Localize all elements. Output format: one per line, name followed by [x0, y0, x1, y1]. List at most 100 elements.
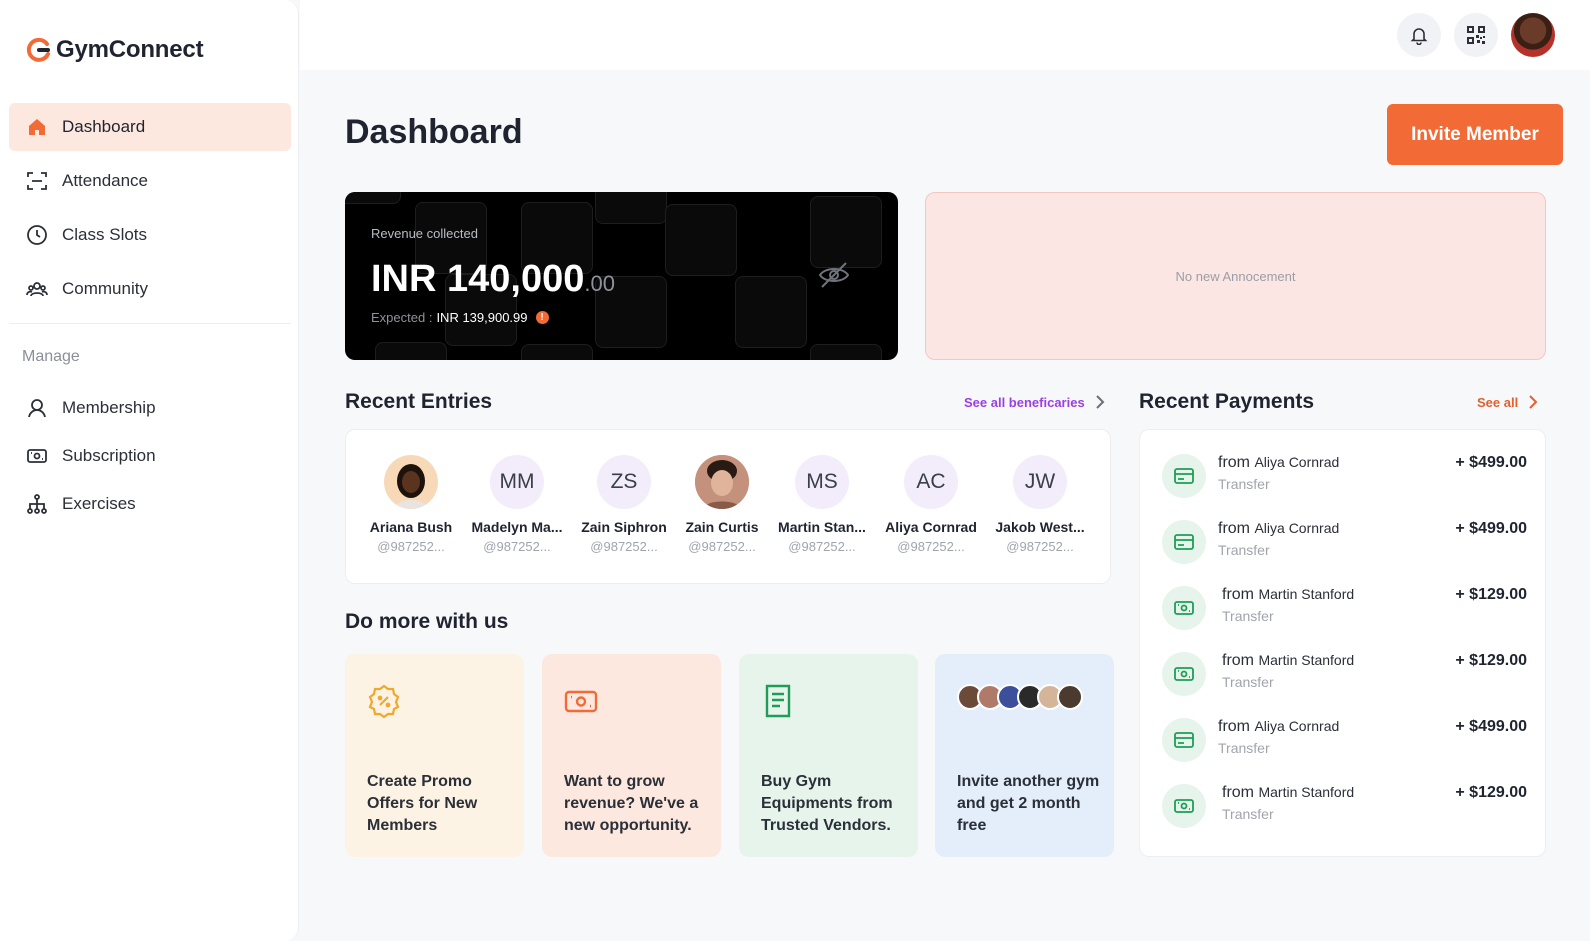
card-icon [1162, 718, 1206, 762]
entry-item[interactable]: JW Jakob West... @987252... [990, 455, 1090, 554]
warning-icon[interactable]: ! [535, 311, 549, 324]
avatar [384, 455, 438, 509]
avatar: JW [1013, 455, 1067, 509]
payment-from: from Martin Stanford [1222, 586, 1354, 604]
card-icon [1162, 520, 1206, 564]
entry-item[interactable]: Ariana Bush @987252... [361, 455, 461, 554]
app-logo[interactable]: GymConnect [26, 36, 204, 64]
payment-row[interactable]: from Martin Stanford Transfer + $129.00 [1162, 584, 1527, 632]
payment-amount: + $129.00 [1455, 652, 1527, 669]
cash-icon [1162, 586, 1206, 630]
payment-name: Martin Stanford [1258, 784, 1355, 800]
see-all-beneficiaries-link[interactable]: See all beneficaries [964, 394, 1105, 410]
revenue-card: Revenue collected INR 140,000.00 Expecte… [345, 192, 898, 360]
avatar [695, 455, 749, 509]
see-all-payments-link[interactable]: See all [1477, 394, 1538, 410]
entry-item[interactable]: ZS Zain Siphron @987252... [574, 455, 674, 554]
payment-row[interactable]: from Martin Stanford Transfer + $129.00 [1162, 650, 1527, 698]
payment-name: Martin Stanford [1258, 652, 1355, 668]
sidebar-item-class-slots[interactable]: Class Slots [9, 211, 291, 259]
sidebar-item-community[interactable]: Community [9, 265, 291, 313]
user-avatar[interactable] [1511, 13, 1555, 57]
cash-icon [564, 690, 598, 713]
do-more-title: Do more with us [345, 610, 509, 633]
payment-row[interactable]: from Martin Stanford Transfer + $129.00 [1162, 782, 1527, 830]
promo-card-text: Create Promo Offers for New Members [367, 773, 478, 834]
payment-from-label: from [1218, 520, 1250, 537]
invite-gym-card[interactable]: Invite another gym and get 2 month free [935, 654, 1114, 857]
payment-name: Aliya Cornrad [1254, 718, 1340, 734]
sidebar-item-dashboard[interactable]: Dashboard [9, 103, 291, 151]
entry-item[interactable]: MM Madelyn Ma... @987252... [467, 455, 567, 554]
card-icon [1162, 454, 1206, 498]
payment-amount: + $499.00 [1455, 718, 1527, 735]
payment-from-label: from [1222, 784, 1254, 801]
sidebar: GymConnect Dashboard Attendance Class Sl… [0, 0, 299, 941]
notifications-button[interactable] [1397, 13, 1441, 57]
recent-payments-title: Recent Payments [1139, 390, 1315, 413]
sidebar-item-label: Membership [62, 398, 156, 417]
entry-name: Ariana Bush [369, 519, 453, 535]
membership-icon [26, 397, 48, 419]
payment-name: Aliya Cornrad [1254, 454, 1340, 470]
cash-icon [1162, 784, 1206, 828]
member-avatar-group [957, 684, 1097, 714]
sidebar-item-subscription[interactable]: Subscription [9, 432, 291, 480]
payment-type: Transfer [1218, 476, 1270, 492]
payment-row[interactable]: from Aliya Cornrad Transfer + $499.00 [1162, 716, 1527, 764]
payment-from: from Aliya Cornrad [1218, 718, 1339, 736]
payment-amount: + $499.00 [1455, 454, 1527, 471]
revenue-amount-main: INR 140,000 [371, 258, 585, 300]
eye-off-icon[interactable] [817, 258, 851, 292]
promo-offers-card[interactable]: Create Promo Offers for New Members [345, 654, 524, 857]
payment-amount: + $129.00 [1455, 586, 1527, 603]
payment-amount: + $129.00 [1455, 784, 1527, 801]
payment-from-label: from [1222, 586, 1254, 603]
recent-entries-card: Ariana Bush @987252... MM Madelyn Ma... … [345, 429, 1111, 584]
payment-row[interactable]: from Aliya Cornrad Transfer + $499.00 [1162, 452, 1527, 500]
cash-icon [1162, 652, 1206, 696]
see-all-payments-label: See all [1477, 394, 1519, 410]
avatar: MM [490, 455, 544, 509]
entry-name: Jakob West... [995, 519, 1085, 535]
revenue-amount-cents: .00 [584, 271, 615, 296]
entry-item[interactable]: MS Martin Stan... @987252... [772, 455, 872, 554]
entry-item[interactable]: Zain Curtis @987252... [672, 455, 772, 554]
promo-card-text: Want to grow revenue? We've a new opport… [564, 773, 699, 834]
payment-from-label: from [1222, 652, 1254, 669]
gym-equipment-card[interactable]: Buy Gym Equipments from Trusted Vendors. [739, 654, 918, 857]
invite-member-button[interactable]: Invite Member [1387, 104, 1563, 165]
payment-from-label: from [1218, 454, 1250, 471]
recent-entries-title: Recent Entries [345, 390, 493, 413]
payment-name: Martin Stanford [1258, 586, 1355, 602]
payment-from: from Martin Stanford [1222, 784, 1354, 802]
sidebar-item-label: Exercises [62, 494, 136, 513]
app-name: GymConnect [56, 36, 204, 63]
entry-item[interactable]: AC Aliya Cornrad @987252... [881, 455, 981, 554]
entry-handle: @987252... [897, 539, 965, 554]
expected-value: INR 139,900.99 [436, 310, 528, 325]
entry-name: Martin Stan... [778, 519, 866, 535]
discount-badge-icon [368, 684, 400, 718]
entry-handle: @987252... [590, 539, 658, 554]
sidebar-item-membership[interactable]: Membership [9, 384, 291, 432]
sidebar-item-attendance[interactable]: Attendance [9, 157, 291, 205]
payment-row[interactable]: from Aliya Cornrad Transfer + $499.00 [1162, 518, 1527, 566]
payment-type: Transfer [1218, 740, 1270, 756]
entry-handle: @987252... [688, 539, 756, 554]
recent-payments-card: from Aliya Cornrad Transfer + $499.00 fr… [1139, 429, 1546, 857]
qr-code-icon [1467, 26, 1485, 44]
sidebar-item-label: Subscription [62, 446, 156, 465]
sidebar-item-label: Dashboard [62, 117, 146, 136]
qr-code-button[interactable] [1454, 13, 1498, 57]
entry-handle: @987252... [788, 539, 856, 554]
clock-icon [26, 224, 48, 246]
sidebar-item-exercises[interactable]: Exercises [9, 480, 291, 528]
sidebar-item-label: Class Slots [62, 225, 148, 244]
payment-amount: + $499.00 [1455, 520, 1527, 537]
avatar: ZS [597, 455, 651, 509]
see-all-beneficiaries-label: See all beneficaries [964, 394, 1085, 410]
bell-icon [1410, 28, 1428, 45]
grow-revenue-card[interactable]: Want to grow revenue? We've a new opport… [542, 654, 721, 857]
expected-label: Expected : [371, 310, 433, 325]
